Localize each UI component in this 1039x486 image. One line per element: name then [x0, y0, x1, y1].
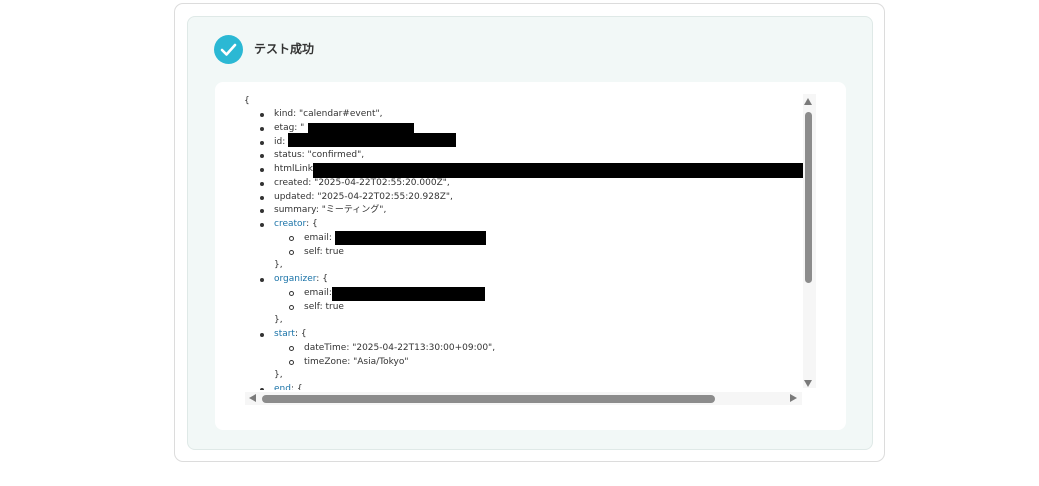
- json-line-start-close: },: [274, 370, 283, 380]
- json-line-creator[interactable]: creator: {: [274, 218, 318, 232]
- bullet: [260, 333, 264, 337]
- circle-bullet: [289, 346, 294, 351]
- bullet: [260, 209, 264, 213]
- bullet: [260, 154, 264, 158]
- circle-bullet: [289, 250, 294, 255]
- json-line-creator-close: },: [274, 260, 283, 270]
- json-line-updated: updated: "2025-04-22T02:55:20.928Z",: [274, 192, 453, 202]
- json-line-start[interactable]: start: {: [274, 328, 307, 342]
- creator-key-toggle[interactable]: creator: [274, 219, 306, 229]
- organizer-open: : {: [316, 274, 328, 284]
- json-line-organizer-close: },: [274, 315, 283, 325]
- scroll-down-arrow-icon[interactable]: [804, 380, 812, 387]
- bullet: [260, 223, 264, 227]
- redacted-creator-email: [335, 231, 486, 245]
- json-line-status: status: "confirmed",: [274, 150, 365, 160]
- json-viewer[interactable]: { kind: "calendar#event", etag: " id: st…: [228, 92, 812, 390]
- circle-bullet: [289, 305, 294, 310]
- circle-bullet: [289, 291, 294, 296]
- end-key-toggle[interactable]: end: [274, 384, 291, 390]
- bullet: [260, 196, 264, 200]
- circle-bullet: [289, 360, 294, 365]
- vertical-scrollbar-thumb[interactable]: [805, 112, 812, 283]
- json-line-creator-self: self: true: [304, 247, 344, 257]
- scroll-left-arrow-icon[interactable]: [249, 394, 256, 402]
- redacted-id: [288, 133, 456, 147]
- start-open: : {: [294, 329, 307, 339]
- check-circle-icon: [214, 35, 243, 64]
- bullet: [260, 127, 264, 131]
- json-line-kind: kind: "calendar#event",: [274, 109, 383, 119]
- circle-bullet: [289, 236, 294, 241]
- horizontal-scrollbar-thumb[interactable]: [262, 395, 715, 403]
- redacted-organizer-email: [332, 287, 485, 301]
- bullet: [260, 168, 264, 172]
- json-line-creator-email: email:: [304, 233, 332, 243]
- bullet: [260, 113, 264, 117]
- organizer-key-toggle[interactable]: organizer: [274, 274, 316, 284]
- scroll-up-arrow-icon[interactable]: [804, 98, 812, 105]
- scroll-right-arrow-icon[interactable]: [790, 394, 797, 402]
- json-line-organizer[interactable]: organizer: {: [274, 273, 328, 287]
- status-title: テスト成功: [254, 42, 315, 56]
- bullet: [260, 278, 264, 282]
- json-line-end[interactable]: end: {: [274, 383, 303, 390]
- json-line-summary: summary: "ミーティング",: [274, 205, 387, 215]
- json-open-brace: {: [244, 96, 250, 106]
- json-line-id: id:: [274, 137, 286, 147]
- bullet: [260, 182, 264, 186]
- json-line-created: created: "2025-04-22T02:55:20.000Z",: [274, 178, 450, 188]
- bullet: [260, 141, 264, 145]
- json-line-start-timezone: timeZone: "Asia/Tokyo": [304, 357, 409, 367]
- redacted-htmllink: [313, 163, 812, 178]
- json-line-organizer-email: email:: [304, 288, 332, 298]
- start-key-toggle[interactable]: start: [274, 329, 295, 339]
- end-open: : {: [290, 384, 303, 390]
- bullet: [260, 388, 264, 390]
- json-line-start-datetime: dateTime: "2025-04-22T13:30:00+09:00",: [304, 343, 496, 353]
- json-line-organizer-self: self: true: [304, 302, 344, 312]
- creator-open: : {: [306, 219, 318, 229]
- json-line-htmllink: htmlLink: [274, 164, 313, 174]
